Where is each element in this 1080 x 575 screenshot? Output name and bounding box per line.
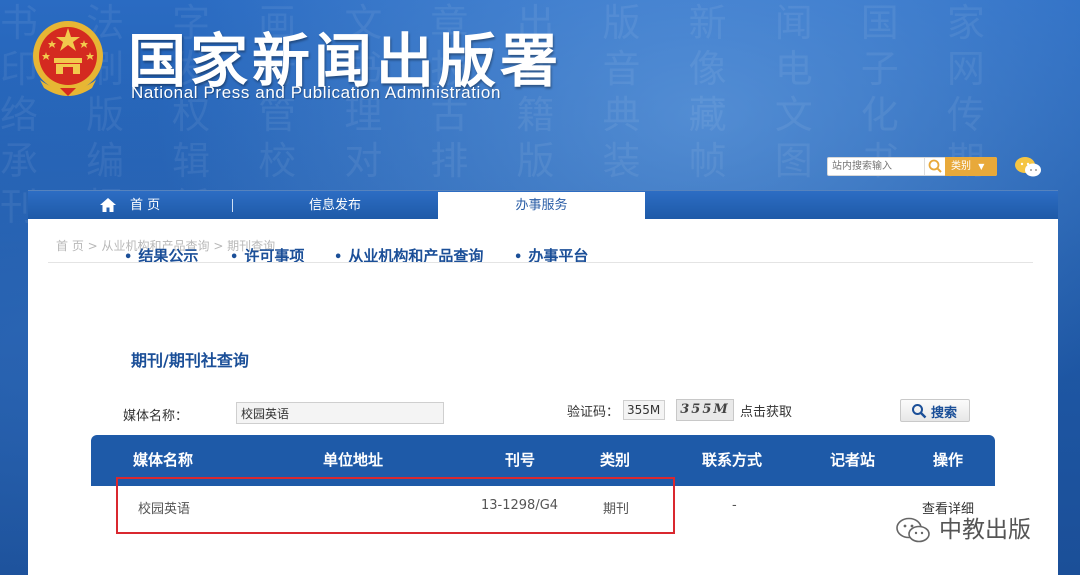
captcha-input[interactable] <box>623 400 665 420</box>
search-button-label: 搜索 <box>931 406 958 421</box>
column-header: 记者站 <box>830 451 876 469</box>
nav-info[interactable]: 信息发布 <box>309 191 361 220</box>
category-dropdown[interactable]: 类别 ▼ <box>945 157 997 176</box>
chevron-down-icon: ▼ <box>978 162 985 171</box>
highlight-box <box>116 477 675 534</box>
nav-divider <box>232 199 233 212</box>
page-title: 期刊/期刊社查询 <box>131 351 249 370</box>
watermark-text: 中教出版 <box>939 517 1031 543</box>
nav-service-active[interactable]: 办事服务 <box>438 192 645 220</box>
wechat-icon <box>896 517 930 543</box>
media-name-label: 媒体名称： <box>123 409 189 424</box>
nav-home[interactable]: 首 页 <box>100 191 160 220</box>
captcha-label: 验证码： <box>567 405 620 420</box>
column-header: 操作 <box>933 451 964 469</box>
site-title-english: National Press and Publication Administr… <box>131 83 502 102</box>
media-name-input[interactable] <box>236 402 444 424</box>
captcha-image[interactable]: 355M <box>676 399 734 421</box>
subnav-divider <box>48 262 1033 263</box>
site-search-box: 类别 ▼ <box>827 157 997 176</box>
column-header: 联系方式 <box>702 451 763 469</box>
national-emblem-icon <box>33 21 103 96</box>
category-label: 类别 <box>951 161 971 172</box>
search-icon <box>928 159 942 173</box>
captcha-refresh-link[interactable]: 点击获取 <box>740 401 792 420</box>
cell-contact: - <box>732 498 737 513</box>
search-button[interactable]: 搜索 <box>900 399 970 422</box>
site-search-input[interactable] <box>832 159 924 174</box>
site-search-button[interactable] <box>924 158 944 175</box>
home-icon <box>100 198 116 212</box>
search-icon <box>912 404 927 419</box>
wechat-icon[interactable] <box>1014 156 1042 178</box>
main-navigation: 首 页 信息发布 办事服务 <box>28 190 1058 220</box>
